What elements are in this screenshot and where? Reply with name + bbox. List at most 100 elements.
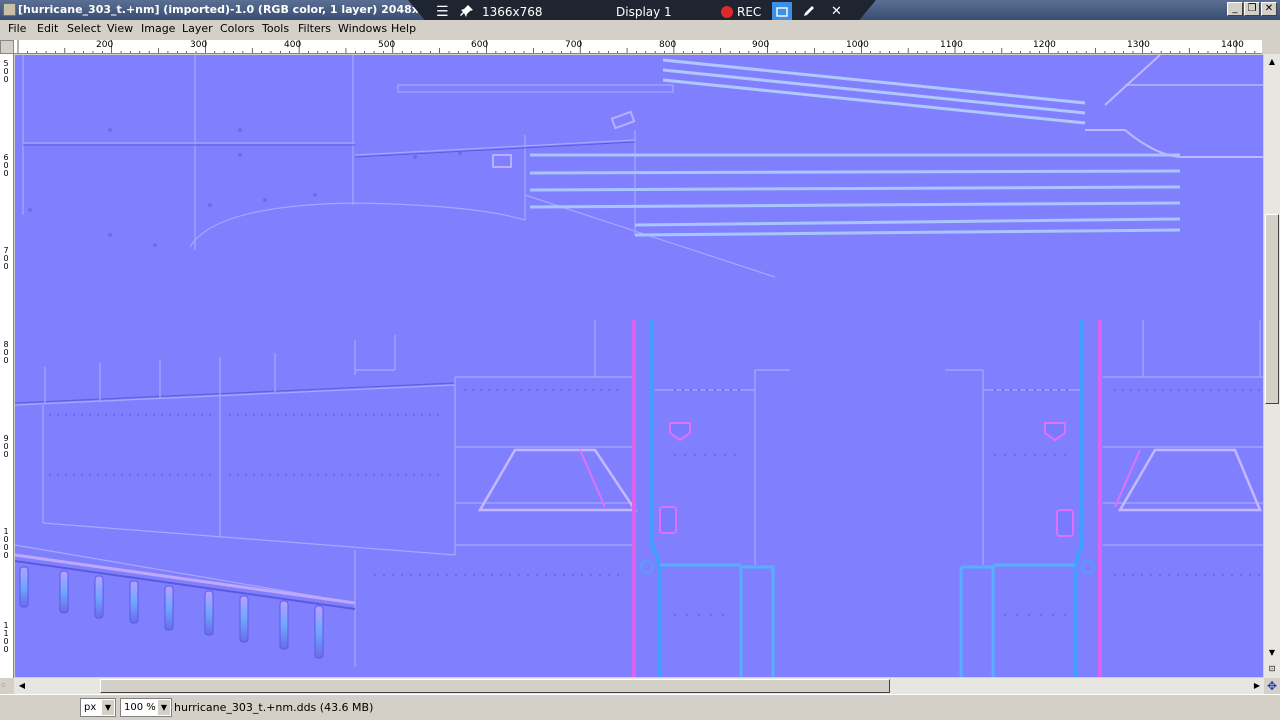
- rivet-dot: [244, 473, 248, 477]
- zoom-selector[interactable]: 100 % ▼: [120, 698, 172, 717]
- rivet-dot: [598, 573, 602, 577]
- rivet-dot: [472, 573, 476, 577]
- record-button[interactable]: REC: [737, 4, 761, 20]
- rivet-dot: [1023, 453, 1027, 457]
- rivet-dot: [517, 573, 521, 577]
- menu-select[interactable]: Select: [67, 22, 101, 35]
- rivet-dot: [420, 473, 424, 477]
- rivet-dot: [1201, 388, 1205, 392]
- navigate-icon[interactable]: ✥: [1264, 678, 1280, 694]
- rivet-dot: [388, 413, 392, 417]
- ruler-label: 1400: [1221, 40, 1244, 50]
- rivet-dot: [168, 413, 172, 417]
- rivet-dot: [308, 413, 312, 417]
- rivet-dot: [152, 473, 156, 477]
- menu-help[interactable]: Help: [391, 22, 416, 35]
- rivet-dot: [1194, 573, 1198, 577]
- rivet-dot: [499, 573, 503, 577]
- rivet-dot: [192, 473, 196, 477]
- rivet-dot: [1003, 453, 1007, 457]
- scroll-down-arrow-icon[interactable]: ▼: [1265, 646, 1279, 660]
- rivet-dot: [1248, 573, 1252, 577]
- rivet-dot: [316, 413, 320, 417]
- horizontal-scrollbar[interactable]: ◀ ▶: [14, 678, 1264, 694]
- vertical-ruler[interactable]: 500 600 700 800 900 1000 1100: [0, 54, 14, 678]
- file-info: hurricane_303_t.+nm.dds (43.6 MB): [174, 701, 374, 714]
- rivet-dot: [96, 413, 100, 417]
- rivet-dot: [56, 473, 60, 477]
- rivet-dot: [591, 388, 595, 392]
- rivet-dot: [697, 613, 701, 617]
- screenshot-button[interactable]: [772, 2, 792, 22]
- menu-windows[interactable]: Windows: [338, 22, 387, 35]
- menu-file[interactable]: File: [8, 22, 26, 35]
- rivet-dot: [268, 413, 272, 417]
- horizontal-ruler[interactable]: 200 300 400 500 600 700 800 900 1000 110…: [14, 40, 1262, 54]
- rivet-dot: [228, 473, 232, 477]
- rivet-dot: [1221, 573, 1225, 577]
- pin-icon[interactable]: [460, 4, 474, 20]
- rivet-dot: [284, 413, 288, 417]
- ruler-label: 400: [284, 40, 302, 50]
- rivet-dot: [332, 413, 336, 417]
- menu-edit[interactable]: Edit: [37, 22, 58, 35]
- rivet-dot: [276, 473, 280, 477]
- rivet-dot: [391, 573, 395, 577]
- rivet-dot: [72, 473, 76, 477]
- vertical-scrollbar[interactable]: ▲ ▼ ⊡: [1264, 54, 1280, 678]
- rivet-dot: [571, 573, 575, 577]
- rivet-dot: [1140, 573, 1144, 577]
- rivet-dot: [1131, 573, 1135, 577]
- rivet-dot: [1167, 573, 1171, 577]
- rivet-dot: [993, 388, 997, 392]
- rivet-dot: [721, 388, 725, 392]
- rivet-dot: [300, 473, 304, 477]
- pen-icon[interactable]: [802, 4, 816, 20]
- rivet-dot: [160, 413, 164, 417]
- zoom-to-fit-icon[interactable]: ⊡: [1265, 662, 1279, 676]
- horizontal-scroll-thumb[interactable]: [100, 679, 890, 693]
- menu-layer[interactable]: Layer: [182, 22, 213, 35]
- rivet-dot: [1113, 573, 1117, 577]
- rivet-dot: [382, 573, 386, 577]
- rivet-dot: [673, 388, 677, 392]
- rivet-dot: [340, 413, 344, 417]
- rivet-dot: [409, 573, 413, 577]
- rivet-dot: [160, 473, 164, 477]
- menu-colors[interactable]: Colors: [220, 22, 254, 35]
- ruler-label: 1100: [3, 621, 9, 654]
- close-window-button[interactable]: ✕: [1261, 2, 1277, 16]
- menu-icon[interactable]: ☰: [436, 4, 449, 20]
- rivet-dot: [1169, 388, 1173, 392]
- rivet-dot: [737, 388, 741, 392]
- rivet-dot: [144, 413, 148, 417]
- quick-mask-icon[interactable]: ⁘: [0, 678, 14, 694]
- rivet-dot: [418, 573, 422, 577]
- rivet-dot: [1033, 453, 1037, 457]
- rivet-dot: [1185, 388, 1189, 392]
- scroll-up-arrow-icon[interactable]: ▲: [1265, 55, 1279, 69]
- close-toolbar-icon[interactable]: ✕: [831, 4, 842, 20]
- menu-tools[interactable]: Tools: [262, 22, 289, 35]
- vertical-scroll-thumb[interactable]: [1265, 214, 1279, 404]
- rivet-dot: [184, 413, 188, 417]
- image-canvas[interactable]: [15, 55, 1263, 677]
- rivet-dot: [184, 473, 188, 477]
- scroll-left-arrow-icon[interactable]: ◀: [15, 679, 29, 693]
- ruler-corner-button[interactable]: [0, 40, 14, 54]
- rivet-dot: [1063, 453, 1067, 457]
- rivet-dot: [1025, 388, 1029, 392]
- menu-image[interactable]: Image: [141, 22, 175, 35]
- ruler-label: 900: [752, 40, 770, 50]
- menu-filters[interactable]: Filters: [298, 22, 331, 35]
- menu-view[interactable]: View: [107, 22, 133, 35]
- rivet-dot: [356, 413, 360, 417]
- rivet-dot: [80, 413, 84, 417]
- minimize-button[interactable]: _: [1227, 2, 1243, 16]
- normal-map-texture: [15, 55, 1263, 677]
- rivet-dot: [1158, 573, 1162, 577]
- unit-selector[interactable]: px ▼: [80, 698, 116, 717]
- restore-button[interactable]: ❐: [1244, 2, 1260, 16]
- scroll-right-arrow-icon[interactable]: ▶: [1250, 679, 1264, 693]
- display-selector[interactable]: Display 1: [616, 4, 672, 20]
